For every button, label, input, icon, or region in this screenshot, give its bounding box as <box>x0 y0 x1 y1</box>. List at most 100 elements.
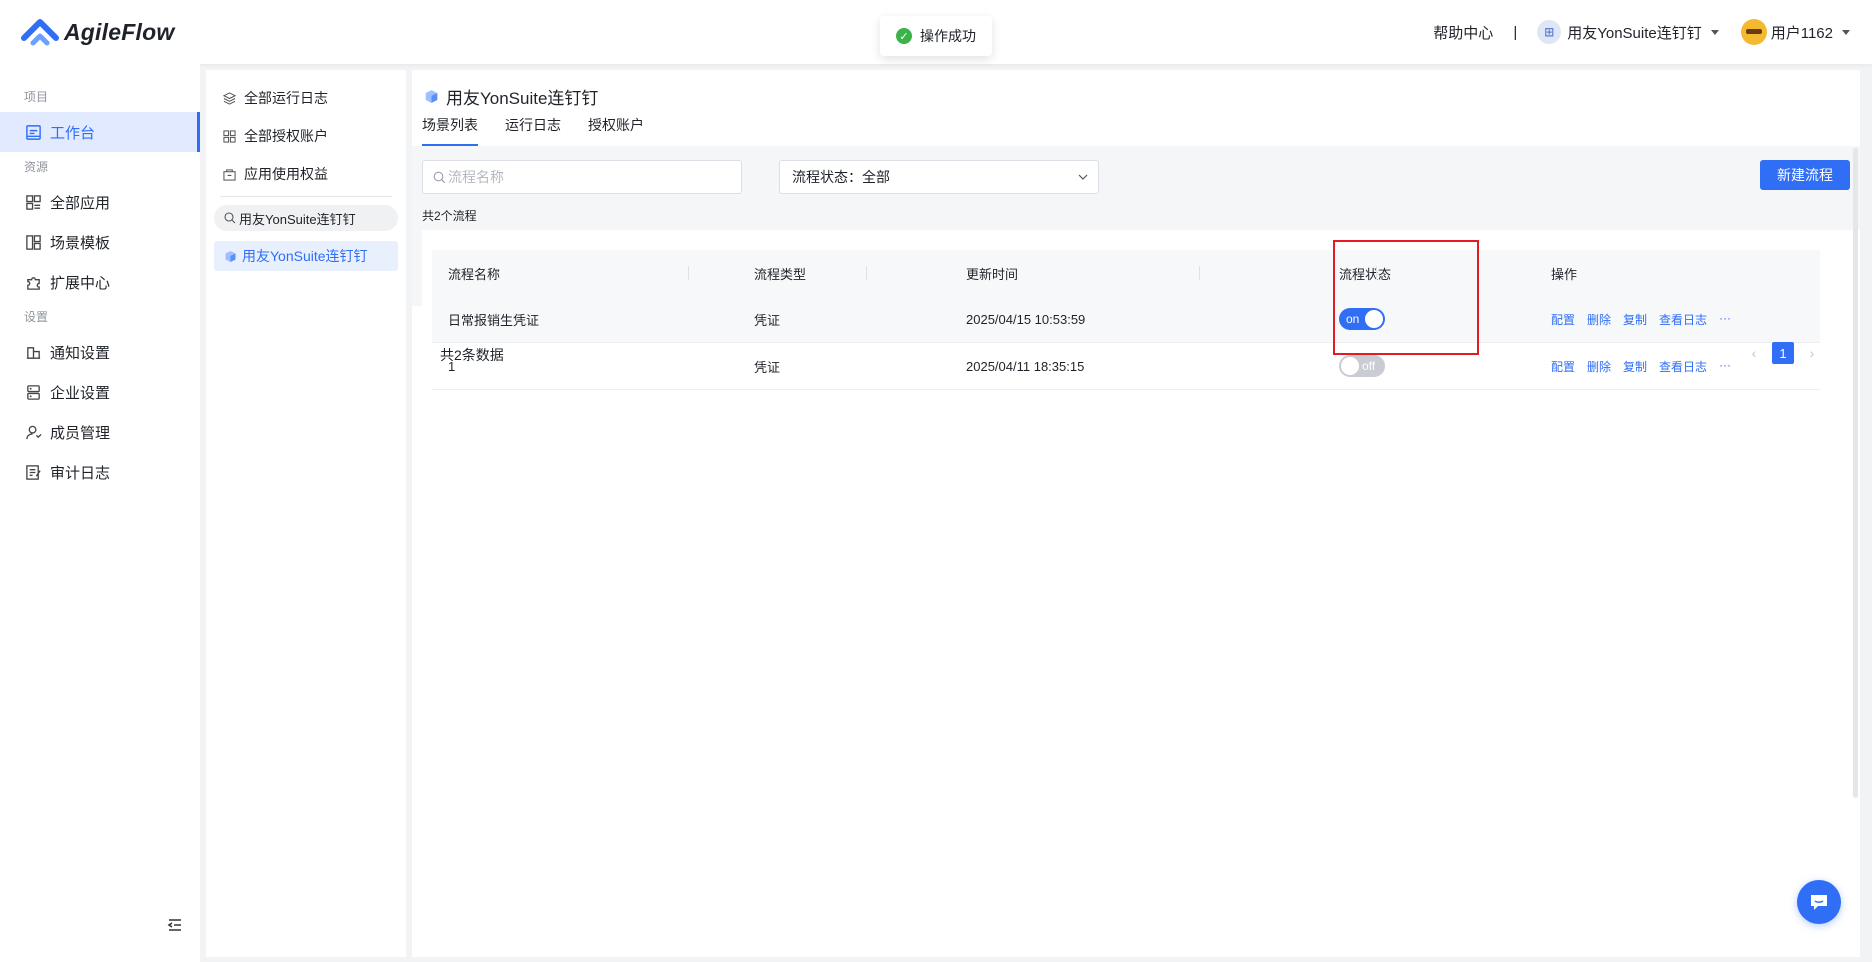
tenant-name: 用友YonSuite连钉钉 <box>1567 24 1702 42</box>
app-search-input[interactable]: 用友YonSuite连钉钉 <box>214 205 398 231</box>
sidebar-group-project: 项目 <box>24 90 49 104</box>
flow-name: 日常报销生凭证 <box>448 312 540 328</box>
app-cube-icon <box>425 90 438 103</box>
column-header-type: 流程类型 <box>754 266 807 282</box>
caret-down-icon <box>1842 29 1850 35</box>
column-divider <box>688 266 689 280</box>
delete-link[interactable]: 删除 <box>1587 358 1611 375</box>
sidebar-item-extension-center[interactable]: 扩展中心 <box>0 262 200 302</box>
layers-icon <box>223 91 237 105</box>
avatar <box>1740 19 1767 45</box>
sidebar-item-label: 场景模板 <box>50 234 111 252</box>
column-header-status: 流程状态 <box>1339 266 1392 282</box>
logo-text: AgileFlow <box>64 18 175 45</box>
sidebar-item-label: 全部应用 <box>50 194 111 212</box>
column-divider <box>1376 266 1377 280</box>
chat-icon <box>1811 895 1827 910</box>
flow-table: 流程名称 流程类型 更新时间 流程状态 操作 日常报销生凭证 凭证 2025/0… <box>432 250 1820 390</box>
column-header-updated: 更新时间 <box>966 266 1019 282</box>
sidebar-item-workbench[interactable]: 工作台 <box>0 112 200 152</box>
status-toggle[interactable]: on <box>1339 308 1385 330</box>
collapse-sidebar-icon[interactable] <box>166 916 184 934</box>
page-number[interactable]: 1 <box>1772 342 1794 364</box>
tab-auth-accounts[interactable]: 授权账户 <box>588 116 644 146</box>
sidebar-item-scene-templates[interactable]: 场景模板 <box>0 222 200 262</box>
flow-updated-time: 2025/04/11 18:35:15 <box>966 358 1085 374</box>
help-center-link[interactable]: 帮助中心 <box>1433 22 1493 43</box>
more-actions-icon[interactable]: ··· <box>1719 358 1731 375</box>
page-title: 用友YonSuite连钉钉 <box>424 84 598 109</box>
table-row: 1 凭证 2025/04/11 18:35:15 off 配置 删除 复制 查看… <box>432 343 1820 390</box>
configure-link[interactable]: 配置 <box>1551 358 1575 375</box>
view-logs-link[interactable]: 查看日志 <box>1659 358 1707 375</box>
next-page-icon[interactable]: › <box>1802 342 1822 364</box>
template-icon <box>24 233 42 251</box>
status-filter-select[interactable]: 流程状态：全部 <box>779 160 1099 194</box>
all-run-logs-link[interactable]: 全部运行日志 <box>206 79 406 117</box>
enterprise-icon <box>24 383 42 401</box>
table-row: 日常报销生凭证 凭证 2025/04/15 10:53:59 on 配置 删除 … <box>432 296 1820 343</box>
row-actions: 配置 删除 复制 查看日志 ··· <box>1551 358 1743 375</box>
sidebar-item-notification-settings[interactable]: 通知设置 <box>0 332 200 372</box>
audit-log-icon <box>24 463 42 481</box>
sidebar-item-enterprise-settings[interactable]: 企业设置 <box>0 372 200 412</box>
user-name: 用户1162 <box>1770 24 1833 42</box>
sidebar-item-member-management[interactable]: 成员管理 <box>0 412 200 452</box>
check-circle-icon: ✓ <box>896 28 912 44</box>
copy-link[interactable]: 复制 <box>1623 358 1647 375</box>
header-separator: | <box>1513 23 1518 41</box>
new-flow-button[interactable]: 新建流程 <box>1760 160 1850 190</box>
member-icon <box>24 423 42 441</box>
flow-search-placeholder: 流程名称 <box>448 169 504 185</box>
user-menu[interactable]: 用户1162 <box>1740 19 1850 45</box>
tenant-building-icon: ⊞ <box>1537 20 1562 44</box>
sidebar-item-label: 成员管理 <box>50 424 111 442</box>
column-divider <box>1199 266 1200 280</box>
prev-page-icon[interactable]: ‹ <box>1744 342 1764 364</box>
sidebar-group-resources: 资源 <box>24 160 49 174</box>
app-cube-icon <box>225 250 236 262</box>
copy-link[interactable]: 复制 <box>1623 311 1647 328</box>
workbench-icon <box>24 123 42 141</box>
delete-link[interactable]: 删除 <box>1587 311 1611 328</box>
app-list-item-label: 用友YonSuite连钉钉 <box>242 248 368 264</box>
tab-run-logs[interactable]: 运行日志 <box>505 116 561 146</box>
sidebar-item-label: 审计日志 <box>50 464 111 482</box>
sidebar: 项目 工作台 资源 全部应用 场景模板 扩展中心 设置 通知设置 企业设置 成员… <box>0 64 200 962</box>
app-panel: 全部运行日志 全部授权账户 应用使用权益 用友YonSuite连钉钉 用友Yon… <box>206 70 406 957</box>
grid-icon <box>24 193 42 211</box>
column-header-name: 流程名称 <box>448 266 501 282</box>
scrollbar[interactable] <box>1853 148 1858 798</box>
app-usage-rights-link[interactable]: 应用使用权益 <box>206 155 406 193</box>
page-title-text: 用友YonSuite连钉钉 <box>446 89 599 108</box>
package-icon <box>223 167 237 181</box>
search-icon <box>433 171 446 183</box>
flow-count: 共2个流程 <box>422 209 477 223</box>
more-actions-icon[interactable]: ··· <box>1719 311 1731 328</box>
tab-scene-list[interactable]: 场景列表 <box>422 116 478 146</box>
tenant-switcher[interactable]: ⊞ 用友YonSuite连钉钉 <box>1537 20 1719 44</box>
sidebar-item-label: 通知设置 <box>50 344 111 362</box>
tab-bar: 场景列表 运行日志 授权账户 <box>422 116 671 146</box>
sidebar-item-all-apps[interactable]: 全部应用 <box>0 182 200 222</box>
chat-support-button[interactable] <box>1797 880 1841 924</box>
column-divider <box>866 266 867 280</box>
status-filter-value: 流程状态：全部 <box>792 169 890 185</box>
pagination: ‹ 1 › <box>1744 342 1822 364</box>
logo[interactable]: AgileFlow <box>20 0 174 64</box>
chevron-down-icon <box>1078 174 1088 180</box>
app-list-item[interactable]: 用友YonSuite连钉钉 <box>214 241 398 271</box>
status-toggle[interactable]: off <box>1339 355 1385 377</box>
divider <box>220 196 392 197</box>
notification-settings-icon <box>24 343 42 361</box>
row-actions: 配置 删除 复制 查看日志 ··· <box>1551 311 1743 328</box>
all-auth-accounts-link[interactable]: 全部授权账户 <box>206 117 406 155</box>
table-header: 流程名称 流程类型 更新时间 流程状态 操作 <box>432 250 1820 296</box>
sidebar-item-audit-log[interactable]: 审计日志 <box>0 452 200 492</box>
caret-down-icon <box>1710 29 1719 35</box>
flow-search-input[interactable]: 流程名称 <box>422 160 742 194</box>
flow-type: 凭证 <box>754 312 781 328</box>
configure-link[interactable]: 配置 <box>1551 311 1575 328</box>
view-logs-link[interactable]: 查看日志 <box>1659 311 1707 328</box>
sidebar-group-settings: 设置 <box>24 310 49 324</box>
